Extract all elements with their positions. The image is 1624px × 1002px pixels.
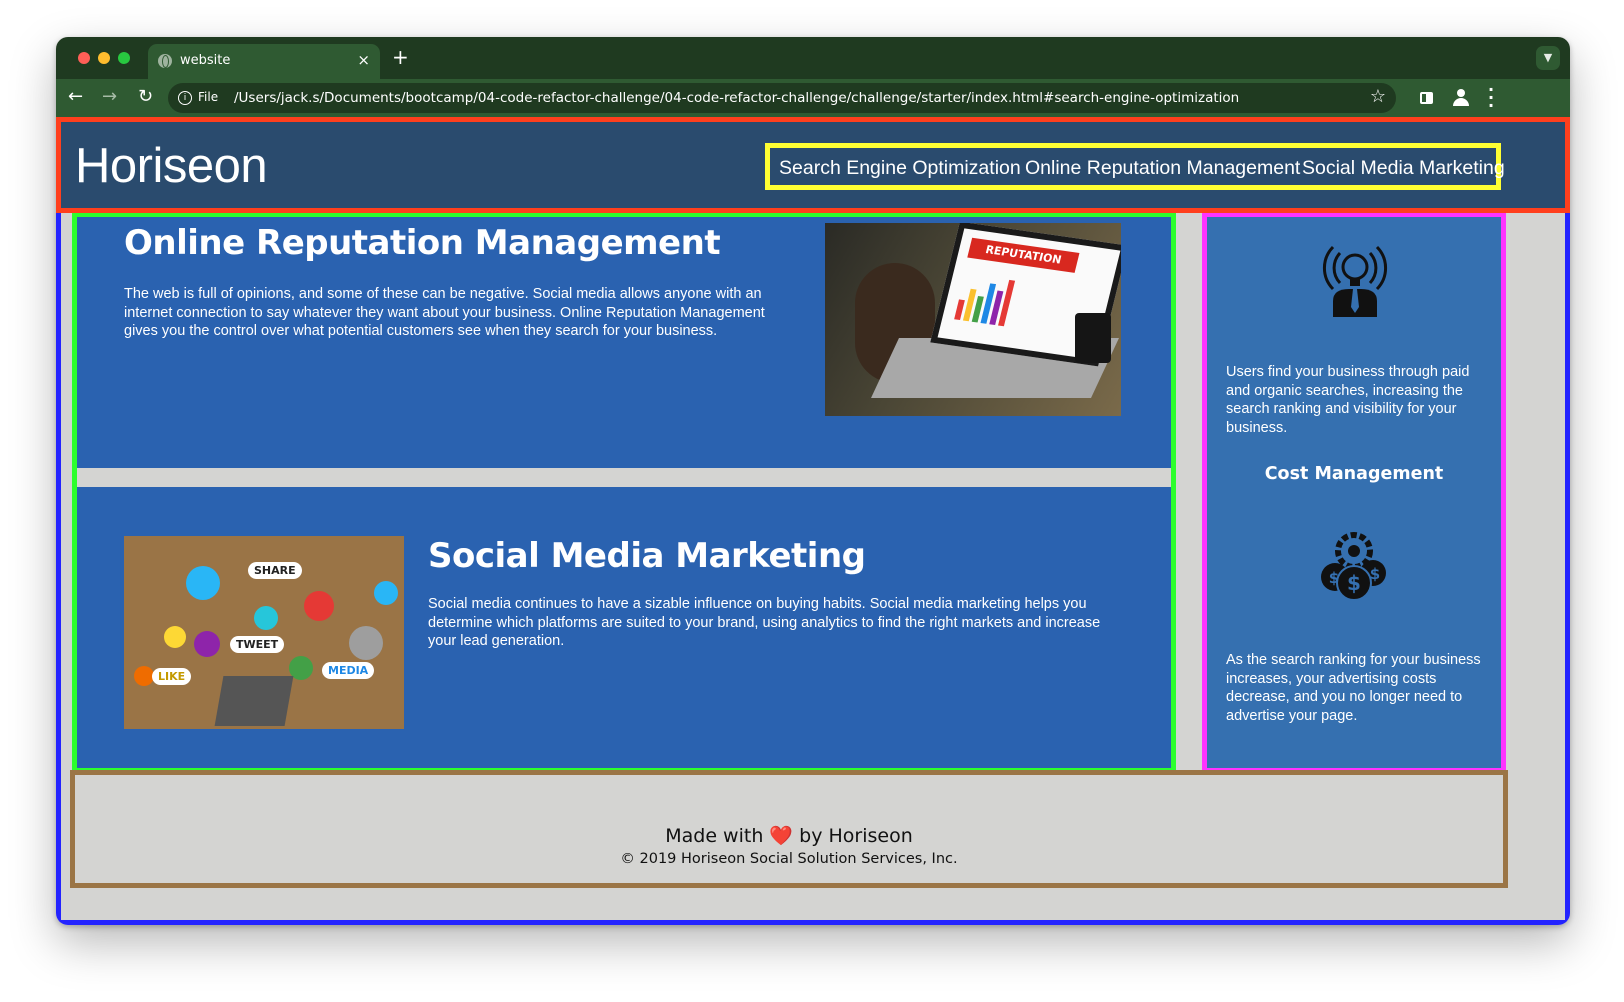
footer-made-with: Made with ❤️ by Horiseon	[75, 824, 1503, 847]
tab-list-icon[interactable]: ▼	[1536, 46, 1560, 70]
address-prefix: File	[198, 90, 219, 104]
side-panel-icon[interactable]	[1420, 92, 1433, 104]
reload-icon[interactable]: ↻	[138, 87, 153, 107]
content-outline	[72, 213, 1176, 773]
site-footer: Made with ❤️ by Horiseon © 2019 Horiseon…	[70, 770, 1508, 888]
footer-copyright: © 2019 Horiseon Social Solution Services…	[620, 851, 958, 867]
nav-link-smm[interactable]: Social Media Marketing	[1302, 157, 1505, 180]
main-nav: Search Engine Optimization Online Reputa…	[765, 143, 1505, 190]
site-logo[interactable]: Horiseon	[75, 138, 268, 194]
info-icon[interactable]: i	[178, 91, 192, 105]
url-text[interactable]: /Users/jack.s/Documents/bootcamp/04-code…	[234, 90, 1239, 106]
browser-tab[interactable]: website ×	[148, 44, 380, 79]
heart-icon: ❤️	[769, 825, 794, 847]
close-window-icon[interactable]	[78, 52, 90, 64]
nav-link-seo[interactable]: Search Engine Optimization	[779, 157, 1021, 180]
globe-icon	[158, 54, 172, 68]
maximize-window-icon[interactable]	[118, 52, 130, 64]
tab-close-icon[interactable]: ×	[357, 51, 370, 69]
footer-made-prefix: Made with	[665, 825, 764, 847]
aside-outline	[1202, 213, 1506, 773]
tab-title: website	[180, 53, 231, 68]
address-bar[interactable]: i File /Users/jack.s/Documents/bootcamp/…	[168, 83, 1396, 113]
address-toolbar: ← → ↻ i File /Users/jack.s/Documents/boo…	[56, 79, 1570, 117]
browser-window: website × + ▼ ← → ↻ i File /Users/jack.s…	[56, 37, 1570, 925]
star-icon[interactable]: ☆	[1370, 86, 1386, 107]
site-header: Horiseon Search Engine Optimization Onli…	[56, 117, 1570, 213]
kebab-menu-icon[interactable]: · · ·	[1488, 82, 1494, 114]
nav-link-orm[interactable]: Online Reputation Management	[1025, 157, 1300, 180]
forward-icon[interactable]: →	[102, 87, 117, 107]
minimize-window-icon[interactable]	[98, 52, 110, 64]
profile-icon[interactable]	[1452, 88, 1470, 106]
back-icon[interactable]: ←	[68, 87, 83, 107]
tab-bar: website × + ▼	[56, 37, 1570, 79]
page-viewport: Horiseon Search Engine Optimization Onli…	[56, 117, 1570, 925]
new-tab-button[interactable]: +	[392, 45, 409, 69]
footer-made-suffix: by Horiseon	[799, 825, 913, 847]
